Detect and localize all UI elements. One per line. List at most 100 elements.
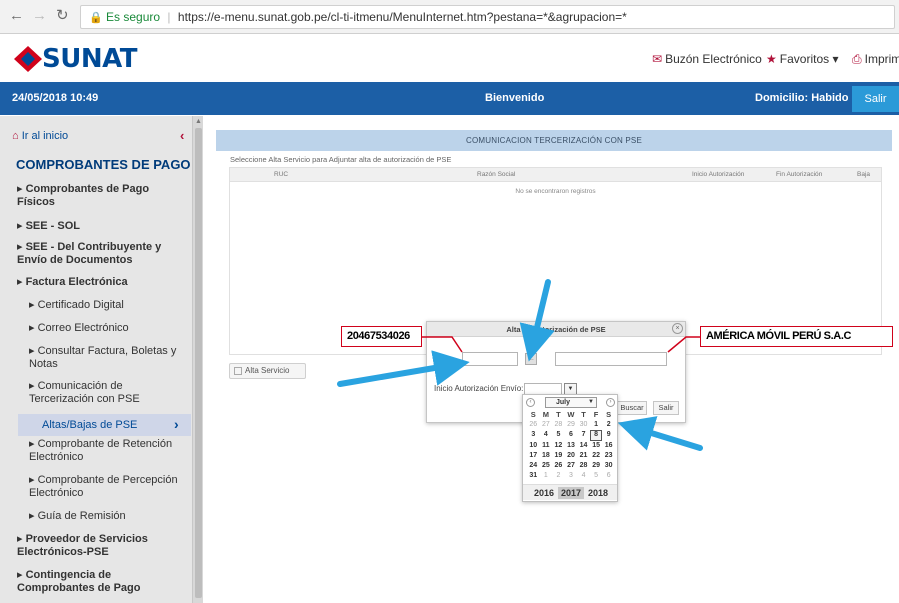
sidebar-item-factura-electronica[interactable]: ▸ Factura Electrónica — [17, 276, 187, 289]
sidebar-item-certificado-digital[interactable]: ▸ Certificado Digital — [29, 299, 189, 312]
close-icon[interactable]: × — [672, 323, 683, 334]
calendar-day[interactable]: 20 — [565, 451, 578, 461]
month-select[interactable]: July ▼ — [545, 397, 597, 408]
collapse-sidebar-icon[interactable]: ‹ — [180, 128, 184, 143]
calendar-day[interactable]: 6 — [602, 471, 615, 481]
calendar-day[interactable]: 15 — [590, 441, 603, 451]
ruc-label: RUC — [434, 355, 452, 364]
sidebar-item-label: SEE - Del Contribuyente y Envío de Docum… — [17, 241, 162, 266]
calendar-day[interactable]: 26 — [552, 461, 565, 471]
calendar-day[interactable]: 27 — [565, 461, 578, 471]
scroll-up-icon[interactable]: ▲ — [195, 118, 202, 125]
calendar-day[interactable]: 31 — [527, 471, 540, 481]
calendar-day[interactable]: 5 — [590, 471, 603, 481]
calendar-day[interactable]: 27 — [540, 420, 553, 430]
sidebar-item-retencion[interactable]: ▸ Comprobante de Retención Electrónico — [29, 438, 189, 464]
calendar-day[interactable]: 19 — [552, 451, 565, 461]
calendar-day[interactable]: 22 — [590, 451, 603, 461]
scrollbar-thumb[interactable] — [195, 128, 202, 598]
next-month-icon[interactable]: › — [606, 398, 615, 407]
date-picker: ‹ July ▼ › S M T W T F S 26 27 28 29 30 1 2 3 4 5 6 7 8 9 10 1… — [522, 394, 618, 502]
calendar-day[interactable]: 3 — [527, 430, 540, 440]
reload-icon[interactable]: ↻ — [56, 8, 69, 24]
logout-button[interactable]: Salir — [852, 86, 899, 112]
envelope-icon: ✉ — [652, 52, 663, 66]
sidebar-item-contingencia[interactable]: ▸ Contingencia de Comprobantes de Pago — [17, 569, 187, 595]
sidebar-item-consultar-factura[interactable]: ▸ Consultar Factura, Boletas y Notas — [29, 345, 189, 371]
sidebar-item-see-contribuyente[interactable]: ▸ SEE - Del Contribuyente y Envío de Doc… — [17, 241, 187, 267]
back-arrow-icon[interactable]: ← — [9, 8, 24, 24]
calendar-day[interactable]: 29 — [590, 461, 603, 471]
weekday-label: T — [556, 410, 561, 419]
caret-down-icon: ▾ — [832, 52, 839, 66]
empty-message: No se encontraron registros — [515, 188, 596, 195]
year-option[interactable]: 2016 — [531, 487, 557, 499]
calendar-day[interactable]: 23 — [602, 451, 615, 461]
calendar-day[interactable]: 3 — [565, 471, 578, 481]
calendar-day[interactable]: 25 — [540, 461, 553, 471]
column-header: Inicio Autorización — [692, 171, 745, 178]
calendar-day[interactable]: 28 — [552, 420, 565, 430]
mailbox-link[interactable]: ✉ Buzón Electrónico — [652, 52, 762, 66]
home-link[interactable]: ⌂ Ir al inicio — [12, 130, 68, 142]
ruc-input[interactable] — [462, 352, 518, 366]
favorites-menu[interactable]: ★ Favoritos ▾ — [766, 52, 839, 66]
calendar-day[interactable]: 2 — [602, 420, 615, 430]
calendar-day[interactable]: 1 — [590, 420, 603, 430]
sidebar-item-altas-bajas-pse[interactable]: Altas/Bajas de PSE › — [18, 414, 191, 436]
calendar-day[interactable]: 16 — [602, 441, 615, 451]
calendar-day[interactable]: 28 — [577, 461, 590, 471]
secure-label: Es seguro — [106, 10, 161, 24]
calendar-day[interactable]: 29 — [565, 420, 578, 430]
calendar-day[interactable]: 24 — [527, 461, 540, 471]
sidebar-item-percepcion[interactable]: ▸ Comprobante de Percepción Electrónico — [29, 474, 189, 500]
sidebar-item-tercerizacion-pse[interactable]: ▸ Comunicación de Tercerización con PSE — [29, 380, 189, 406]
arrow-to-calendar — [617, 416, 703, 451]
sidebar-scrollbar[interactable]: ▲ — [192, 116, 203, 603]
weekday-label: M — [542, 410, 549, 419]
calendar-week-row: 10 11 12 13 14 15 16 — [527, 441, 615, 451]
calendar-day[interactable]: 7 — [577, 430, 590, 440]
calendar-day[interactable]: 11 — [540, 441, 553, 451]
calendar-day[interactable]: 6 — [565, 430, 578, 440]
razon-social-input[interactable] — [555, 352, 667, 366]
forward-arrow-icon[interactable]: → — [32, 8, 47, 24]
calendar-day[interactable]: 13 — [565, 441, 578, 451]
calendar-day[interactable]: 4 — [540, 430, 553, 440]
sidebar-item-label: Guía de Remisión — [37, 510, 126, 522]
sidebar-item-comprobantes-fisicos[interactable]: ▸ Comprobantes de Pago Físicos — [17, 183, 187, 209]
calendar-day[interactable]: 14 — [577, 441, 590, 451]
calendar-day-selected[interactable]: 8 — [589, 430, 603, 441]
print-link[interactable]: ⎙Imprimi — [852, 52, 899, 67]
sidebar-item-label: SEE - SOL — [25, 220, 80, 232]
calendar-day[interactable]: 17 — [527, 451, 540, 461]
sidebar-item-correo-electronico[interactable]: ▸ Correo Electrónico — [29, 322, 189, 335]
sidebar-item-proveedor-pse[interactable]: ▸ Proveedor de Servicios Electrónicos-PS… — [17, 533, 187, 559]
inicio-label: Inicio Autorización Envío: — [434, 384, 524, 393]
sidebar-item-see-sol[interactable]: ▸ SEE - SOL — [17, 220, 187, 233]
address-bar[interactable]: 🔒 Es seguro | https://e-menu.sunat.gob.p… — [80, 5, 895, 29]
calendar-day[interactable]: 18 — [540, 451, 553, 461]
column-header: Fin Autorización — [776, 171, 823, 178]
calendar-day[interactable]: 5 — [552, 430, 565, 440]
calendar-day[interactable]: 26 — [527, 420, 540, 430]
sidebar-item-guia-remision[interactable]: ▸ Guía de Remisión — [29, 510, 189, 523]
calendar-day[interactable]: 30 — [577, 420, 590, 430]
prev-month-icon[interactable]: ‹ — [526, 398, 535, 407]
calendar-day[interactable]: 21 — [577, 451, 590, 461]
year-option-current[interactable]: 2017 — [558, 487, 584, 499]
calendar-day[interactable]: 9 — [602, 430, 615, 440]
calendar-day[interactable]: 30 — [602, 461, 615, 471]
printer-icon: ⎙ — [852, 52, 862, 66]
calendar-day[interactable]: 4 — [577, 471, 590, 481]
year-option[interactable]: 2018 — [585, 487, 611, 499]
calendar-day[interactable]: 2 — [552, 471, 565, 481]
calendar-day[interactable]: 12 — [552, 441, 565, 451]
calendar-day[interactable]: 10 — [527, 441, 540, 451]
alta-servicio-button[interactable]: Alta Servicio — [229, 363, 306, 379]
ruc-lookup-button[interactable]: … — [525, 353, 537, 365]
calendar-day[interactable]: 1 — [540, 471, 553, 481]
dialog-salir-button[interactable]: Salir — [653, 401, 679, 415]
buscar-button[interactable]: Buscar — [617, 401, 647, 415]
weekday-header-row: SMTWTFS — [527, 410, 615, 420]
